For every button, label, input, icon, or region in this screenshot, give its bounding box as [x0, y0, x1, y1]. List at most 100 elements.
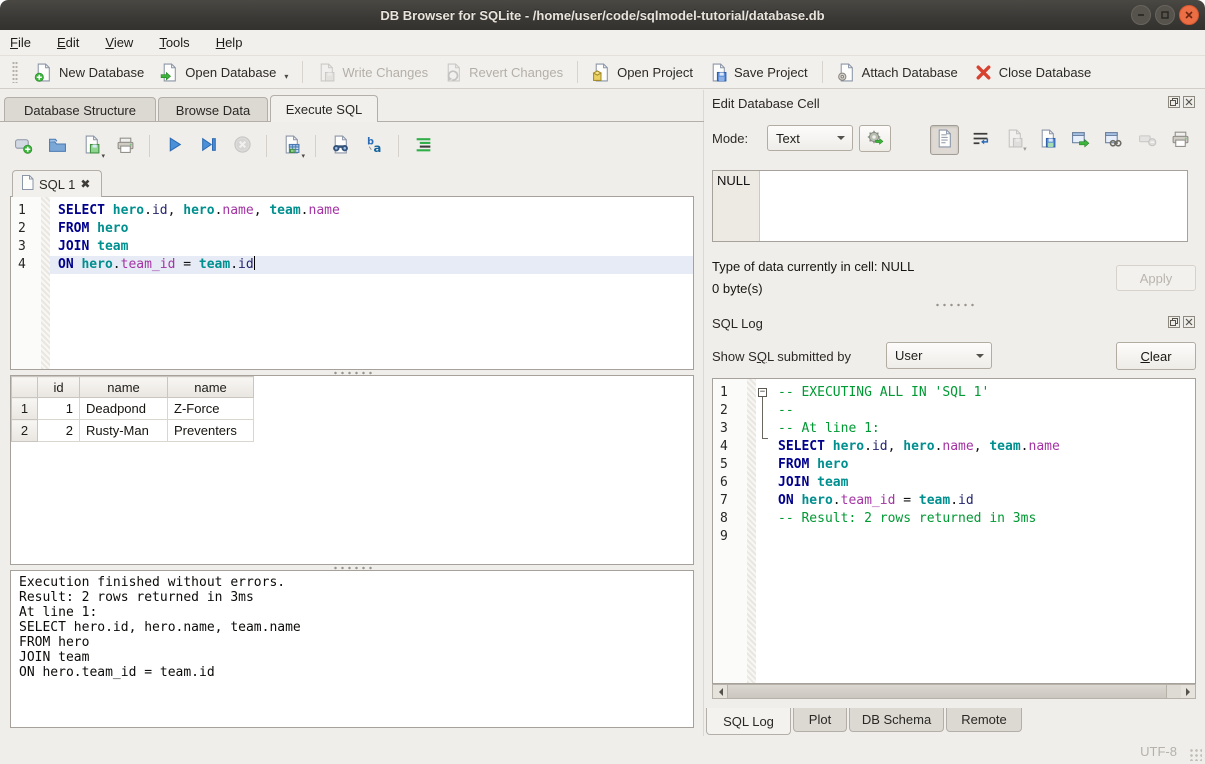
close-dock-icon[interactable]	[1183, 316, 1195, 328]
column-header-name-2[interactable]: name	[168, 377, 254, 398]
close-button[interactable]	[1179, 5, 1199, 25]
format-sql-button[interactable]	[410, 133, 436, 159]
scroll-left-arrow[interactable]	[713, 685, 727, 698]
cell[interactable]: 1	[38, 398, 80, 420]
tab-browse-data[interactable]: Browse Data	[158, 97, 268, 122]
save-sql-file-icon	[82, 135, 101, 157]
tab-execute-sql[interactable]: Execute SQL	[270, 95, 378, 122]
column-header-name-1[interactable]: name	[80, 377, 168, 398]
dock-tab-db-schema[interactable]: DB Schema	[849, 708, 944, 732]
open-project-icon	[592, 63, 611, 82]
sql-log-filter-select[interactable]: User	[886, 342, 992, 369]
open-database-button[interactable]: Open Database▾	[152, 59, 296, 86]
cell-text-area[interactable]	[760, 171, 1187, 241]
tab-database-structure[interactable]: Database Structure	[4, 97, 156, 122]
print-sql-button[interactable]	[112, 133, 138, 159]
menu-edit[interactable]: Edit	[57, 35, 79, 50]
print-cell-button[interactable]	[1169, 128, 1192, 152]
cell[interactable]: Rusty-Man	[80, 420, 168, 442]
close-sql-tab-icon[interactable]: ✖	[80, 177, 90, 191]
line-number: 1	[713, 384, 747, 402]
dock-tab-sql-log[interactable]: SQL Log	[706, 708, 791, 735]
row-header[interactable]: 1	[12, 398, 38, 420]
dropdown-caret-icon[interactable]: ▾	[284, 72, 288, 82]
maximize-button[interactable]	[1155, 5, 1175, 25]
scroll-right-arrow[interactable]	[1181, 685, 1195, 698]
corner-header[interactable]	[12, 377, 38, 398]
execute-current-line-button[interactable]	[195, 133, 221, 159]
menu-view[interactable]: View	[105, 35, 133, 50]
export-data-button[interactable]	[1036, 128, 1059, 152]
dock-tab-plot[interactable]: Plot	[793, 708, 847, 732]
resize-grip[interactable]	[1189, 748, 1202, 761]
pane-splitter[interactable]	[703, 90, 704, 736]
minimize-button[interactable]	[1131, 5, 1151, 25]
cell-type-info: Type of data currently in cell: NULL	[712, 259, 914, 274]
column-header-id-0[interactable]: id	[38, 377, 80, 398]
cell[interactable]: Deadpond	[80, 398, 168, 420]
menu-file[interactable]: File	[10, 35, 31, 50]
execution-message-area[interactable]: Execution finished without errors.Result…	[10, 570, 694, 728]
find-replace-button[interactable]	[327, 133, 353, 159]
set-null-button[interactable]	[1135, 128, 1158, 152]
fold-collapse-icon[interactable]: −	[758, 388, 767, 397]
table-row: 11DeadpondZ-Force	[12, 398, 254, 420]
close-dock-icon[interactable]	[1183, 96, 1195, 108]
attach-database-button[interactable]: Attach Database	[829, 59, 966, 86]
menu-tools[interactable]: Tools	[159, 35, 189, 50]
row-header[interactable]: 2	[12, 420, 38, 442]
text-document-icon	[935, 129, 954, 151]
open-sql-new-tab-button[interactable]	[10, 133, 36, 159]
revert-changes-button[interactable]: Revert Changes	[436, 59, 571, 86]
word-wrap-button[interactable]	[969, 128, 992, 152]
sql-file-tab[interactable]: SQL 1 ✖	[12, 170, 102, 197]
line-number: 2	[713, 402, 747, 420]
execute-all-button[interactable]	[161, 133, 187, 159]
dropdown-caret-icon[interactable]: ▾	[1023, 146, 1027, 153]
sql-log-fold-markers[interactable]: −	[756, 379, 770, 683]
title-bar[interactable]: DB Browser for SQLite - /home/user/code/…	[0, 0, 1205, 30]
float-dock-icon[interactable]	[1168, 96, 1180, 108]
sql-log-view[interactable]: 123456789 − -- EXECUTING ALL IN 'SQL 1'-…	[712, 378, 1196, 684]
save-results-button[interactable]: ▾	[278, 133, 304, 159]
open-in-external-app-button[interactable]	[1069, 128, 1092, 152]
attach-database-icon	[837, 63, 856, 82]
open-project-button[interactable]: Open Project	[584, 59, 701, 86]
dropdown-caret-icon[interactable]: ▾	[101, 153, 105, 160]
scroll-thumb[interactable]	[727, 685, 1167, 698]
save-sql-file-button[interactable]: ▾	[78, 133, 104, 159]
apply-button[interactable]: Apply	[1116, 265, 1196, 291]
sql-editor[interactable]: 1234 SELECT hero.id, hero.name, team.nam…	[10, 196, 694, 370]
cell-value-editor[interactable]: NULL	[712, 170, 1188, 242]
cell-mode-select[interactable]: Text	[767, 125, 853, 151]
cell[interactable]: 2	[38, 420, 80, 442]
close-database-button[interactable]: Close Database	[966, 59, 1100, 86]
open-sql-file-button[interactable]	[44, 133, 70, 159]
editor-code-area[interactable]: SELECT hero.id, hero.name, team.nameFROM…	[50, 197, 693, 369]
open-url-button[interactable]	[1102, 128, 1125, 152]
cell-settings-button[interactable]	[859, 125, 891, 152]
results-grid[interactable]: idnamename11DeadpondZ-Force22Rusty-ManPr…	[10, 375, 694, 565]
save-project-button[interactable]: Save Project	[701, 59, 816, 86]
find-replace-icon	[331, 135, 350, 157]
menu-help[interactable]: Help	[216, 35, 243, 50]
toolbar-grip[interactable]	[12, 61, 18, 83]
save-project-icon	[709, 63, 728, 82]
cell[interactable]: Z-Force	[168, 398, 254, 420]
text-mode-button[interactable]	[930, 125, 959, 155]
dock-tab-remote[interactable]: Remote	[946, 708, 1022, 732]
sql-log-hscrollbar[interactable]	[712, 684, 1196, 699]
cell[interactable]: Preventers	[168, 420, 254, 442]
toolbar-separator	[577, 61, 578, 83]
auto-completion-button[interactable]: ba	[361, 133, 387, 159]
import-data-button[interactable]: ▾	[1002, 128, 1025, 152]
encoding-indicator[interactable]: UTF-8	[1140, 744, 1177, 759]
new-database-button[interactable]: New Database	[26, 59, 152, 86]
dropdown-caret-icon[interactable]: ▾	[301, 153, 305, 160]
toolbar-separator	[398, 135, 399, 157]
float-dock-icon[interactable]	[1168, 316, 1180, 328]
clear-log-button[interactable]: Clear	[1116, 342, 1196, 370]
stop-execution-button[interactable]	[229, 133, 255, 159]
write-changes-button[interactable]: Write Changes	[309, 59, 436, 86]
dock-splitter[interactable]	[934, 303, 974, 307]
